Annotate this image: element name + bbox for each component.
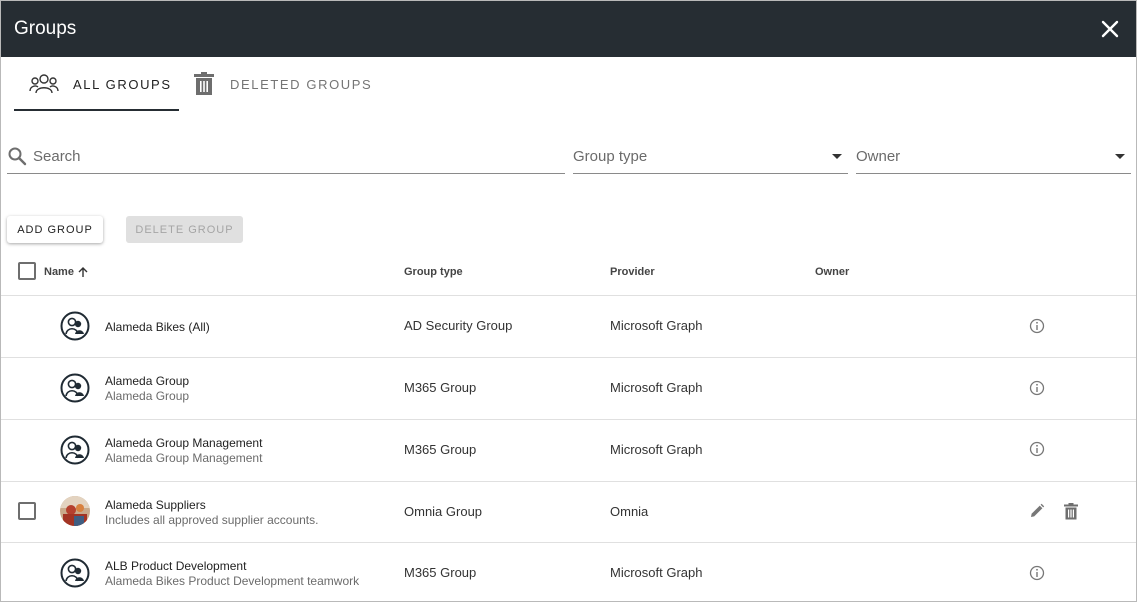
trash-icon <box>193 72 215 96</box>
group-type: M365 Group <box>404 380 477 395</box>
owner-label: Owner <box>856 147 901 165</box>
row-checkbox[interactable] <box>18 502 36 520</box>
group-photo <box>60 496 90 526</box>
group-name: Alameda Bikes (All) <box>105 320 210 334</box>
group-description: Alameda Group <box>105 389 190 403</box>
group-type-label: Group type <box>573 147 648 165</box>
column-header-owner[interactable]: Owner <box>815 266 849 278</box>
owner-select[interactable]: Owner <box>856 139 1131 174</box>
group-description: Alameda Bikes Product Development teamwo… <box>105 574 359 588</box>
group-description: Includes all approved supplier accounts. <box>105 513 319 527</box>
provider: Omnia <box>610 504 649 519</box>
edit-icon[interactable] <box>1028 502 1046 520</box>
group-type: AD Security Group <box>404 318 513 333</box>
info-icon[interactable] <box>1028 317 1046 335</box>
table-row[interactable]: Alameda Suppliers Includes all approved … <box>1 481 1136 543</box>
group-icon <box>60 558 90 588</box>
column-name-label: Name <box>44 266 74 278</box>
provider: Microsoft Graph <box>610 442 703 457</box>
group-icon <box>60 373 90 403</box>
group-name: Alameda Group Management <box>105 436 263 450</box>
group-type-select[interactable]: Group type <box>573 139 848 174</box>
delete-icon[interactable] <box>1062 502 1080 520</box>
group-icon <box>60 435 90 465</box>
provider: Microsoft Graph <box>610 380 703 395</box>
info-icon[interactable] <box>1028 564 1046 582</box>
table-row[interactable]: Alameda Group Alameda Group M365 Group M… <box>1 358 1136 420</box>
select-all-checkbox[interactable] <box>18 262 36 280</box>
group-description: Alameda Group Management <box>105 451 263 465</box>
column-header-name[interactable]: Name <box>44 266 89 278</box>
dropdown-arrow-icon <box>1115 154 1125 159</box>
table-header: Name Group type Provider Owner <box>1 257 1136 296</box>
add-group-button[interactable]: ADD GROUP <box>7 216 103 243</box>
group-name: ALB Product Development <box>105 559 247 573</box>
column-header-group-type[interactable]: Group type <box>404 266 463 278</box>
dropdown-arrow-icon <box>832 154 842 159</box>
groups-dialog: Groups ALL GROUPS DELETED GROUPS Search … <box>0 0 1137 602</box>
table-row[interactable]: ALB Product Development Alameda Bikes Pr… <box>1 543 1136 601</box>
tab-label: DELETED GROUPS <box>230 76 373 92</box>
search-placeholder: Search <box>33 147 81 165</box>
info-icon[interactable] <box>1028 379 1046 397</box>
group-icon <box>60 311 90 341</box>
tab-deleted-groups[interactable]: DELETED GROUPS <box>193 57 372 111</box>
provider: Microsoft Graph <box>610 565 703 580</box>
group-name: Alameda Suppliers <box>105 498 206 512</box>
close-icon[interactable] <box>1098 17 1122 41</box>
people-icon <box>29 73 59 95</box>
table-row[interactable]: Alameda Bikes (All) AD Security Group Mi… <box>1 296 1136 358</box>
active-tab-indicator <box>14 109 179 111</box>
search-input[interactable]: Search <box>7 139 565 174</box>
filter-bar: Search Group type Owner <box>7 139 1131 175</box>
tab-all-groups[interactable]: ALL GROUPS <box>29 57 172 111</box>
group-name: Alameda Group <box>105 374 190 388</box>
column-header-provider[interactable]: Provider <box>610 266 655 278</box>
tab-bar: ALL GROUPS DELETED GROUPS <box>1 57 1136 113</box>
group-type: M365 Group <box>404 565 477 580</box>
tab-label: ALL GROUPS <box>73 76 172 92</box>
group-type: Omnia Group <box>404 504 483 519</box>
group-type: M365 Group <box>404 442 477 457</box>
dialog-header: Groups <box>1 1 1136 57</box>
table-row[interactable]: Alameda Group Management Alameda Group M… <box>1 420 1136 482</box>
dialog-title: Groups <box>14 18 77 39</box>
sort-ascending-icon <box>77 266 89 278</box>
provider: Microsoft Graph <box>610 318 703 333</box>
search-icon <box>7 146 27 166</box>
delete-group-button: DELETE GROUP <box>126 216 243 243</box>
info-icon[interactable] <box>1028 440 1046 458</box>
